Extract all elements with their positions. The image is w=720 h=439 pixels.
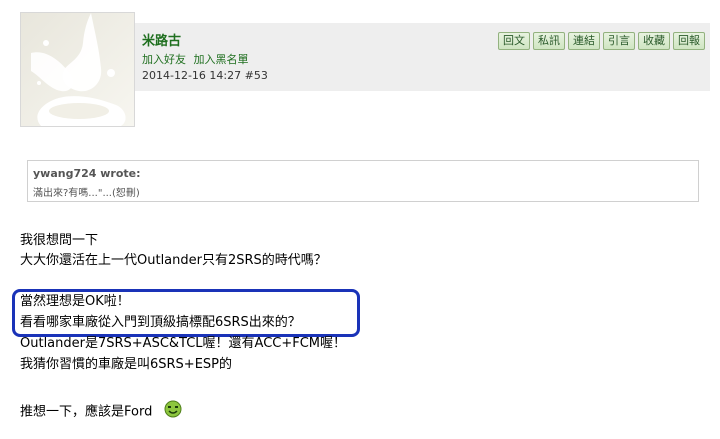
post-time: 2014-12-16 14:27 <box>142 69 242 82</box>
post-header: 米路古 加入好友 加入黑名單 2014-12-16 14:27 #53 回文 私… <box>134 23 710 91</box>
post-actions: 回文 私訊 連結 引言 收藏 回報 <box>498 32 705 50</box>
block-user-link[interactable]: 加入黑名單 <box>194 53 249 66</box>
post-number[interactable]: #53 <box>245 69 268 82</box>
body-line-7: 推想一下，應該是Ford <box>20 400 182 424</box>
quote-text: 滿出來?有嗎..."...(恕刪) <box>33 188 140 199</box>
bookmark-button[interactable]: 收藏 <box>638 32 670 50</box>
quote-block: ywang724 wrote: 滿出來?有嗎..."...(恕刪) <box>27 160 699 202</box>
report-button[interactable]: 回報 <box>673 32 705 50</box>
body-line-4: 看看哪家車廠從入門到頂級搞標配6SRS出來的？ <box>20 315 301 330</box>
reply-button[interactable]: 回文 <box>498 32 530 50</box>
smiley-icon <box>164 400 182 424</box>
link-button[interactable]: 連結 <box>568 32 600 50</box>
username[interactable]: 米路古 <box>142 33 268 51</box>
body-line-1: 我很想問一下 <box>20 233 99 248</box>
quote-button[interactable]: 引言 <box>603 32 635 50</box>
user-links: 加入好友 加入黑名單 <box>142 53 268 67</box>
post-meta: 2014-12-16 14:27 #53 <box>142 69 268 83</box>
add-friend-link[interactable]: 加入好友 <box>142 53 186 66</box>
body-line-2: 大大你還活在上一代Outlander只有2SRS的時代嗎？ <box>20 253 327 268</box>
avatar[interactable] <box>20 12 135 127</box>
body-line-7-text: 推想一下，應該是Ford <box>20 404 153 420</box>
body-line-5: Outlander是7SRS+ASC&TCL喔！還有ACC+FCM喔！ <box>20 336 347 351</box>
forum-post: 米路古 加入好友 加入黑名單 2014-12-16 14:27 #53 回文 私… <box>0 0 720 439</box>
quote-author: ywang724 wrote: <box>33 167 141 180</box>
body-line-3: 當然理想是OK啦！ <box>20 294 130 309</box>
body-line-6: 我猜你習慣的車廠是叫6SRS+ESP的 <box>20 357 233 372</box>
user-info: 米路古 加入好友 加入黑名單 2014-12-16 14:27 #53 <box>142 33 268 83</box>
milk-splash-avatar-icon <box>21 13 134 126</box>
private-message-button[interactable]: 私訊 <box>533 32 565 50</box>
